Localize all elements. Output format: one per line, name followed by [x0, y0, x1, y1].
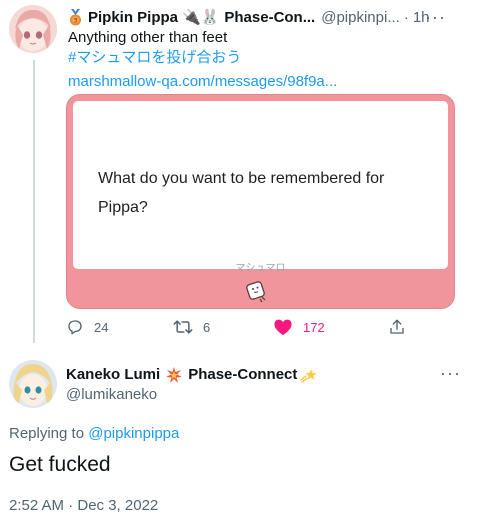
share-action[interactable] [388, 318, 416, 336]
reply-action[interactable]: 24 [66, 318, 108, 336]
medal-badge-icon: 3 [70, 8, 81, 25]
retweet-action[interactable]: 6 [173, 318, 210, 336]
card-question-panel: What do you want to be remembered for Pi… [73, 101, 448, 274]
tweet-text-line: Anything other than feet [68, 29, 228, 46]
author-display-name[interactable]: Pipkin Pippa [88, 9, 178, 26]
more-options-icon[interactable]: ··· [440, 364, 461, 382]
tweet-header: 3 Pipkin Pippa 🔌🐰 Phase-Con... @pipkinpi… [68, 7, 476, 27]
reply-text: Get fucked [9, 453, 111, 476]
more-options-icon[interactable]: ··· [425, 8, 446, 26]
replying-prefix: Replying to [9, 425, 85, 442]
tweet-body: Anything other than feet #マシュマロを投げ合おう ma… [68, 28, 337, 92]
author-name-emojis: 🔌🐰 [182, 9, 220, 26]
svg-text:3: 3 [74, 17, 78, 24]
tweet-thread: 3 Pipkin Pippa 🔌🐰 Phase-Con... @pipkinpi… [0, 0, 482, 523]
card-brand-label: マシュマロ [235, 263, 286, 274]
reply-count: 24 [94, 319, 109, 335]
explosion-icon [166, 366, 183, 383]
like-count: 172 [303, 319, 325, 335]
marshmallow-icon [246, 281, 266, 303]
separator-dot: · [403, 8, 409, 26]
avatar[interactable] [9, 5, 57, 53]
replying-to-line: Replying to @pipkinpippa [9, 425, 179, 442]
retweet-icon [173, 320, 193, 334]
avatar[interactable] [9, 360, 57, 408]
sparkle-star-icon [300, 368, 317, 383]
retweet-count: 6 [203, 319, 211, 335]
marshmallow-card[interactable]: What do you want to be remembered for Pi… [66, 94, 455, 309]
hashtag-link[interactable]: #マシュマロを投げ合おう [68, 48, 337, 68]
reply-author-display-name[interactable]: Kaneko Lumi [66, 366, 160, 383]
url-link[interactable]: marshmallow-qa.com/messages/98f9a... [68, 72, 337, 92]
author-handle[interactable]: @pipkinpi... [321, 9, 400, 26]
reply-author-name-row: Kaneko Lumi Phase-Connect [66, 366, 318, 383]
heart-icon [274, 319, 292, 336]
replying-to-handle[interactable]: @pipkinpippa [88, 425, 179, 442]
author-affiliation[interactable]: Phase-Con... [224, 9, 315, 26]
like-action[interactable]: 172 [273, 318, 325, 336]
thread-connector [33, 60, 35, 343]
reply-timestamp[interactable]: 2:52 AM · Dec 3, 2022 [9, 497, 158, 514]
reply-author-handle[interactable]: @lumikaneko [66, 386, 157, 403]
tweet-actions: 24 6 172 [66, 318, 406, 340]
reply-author-affiliation[interactable]: Phase-Connect [188, 366, 297, 383]
share-icon [390, 319, 404, 334]
reply-icon [68, 320, 82, 335]
card-question: What do you want to be remembered for Pi… [98, 170, 385, 216]
